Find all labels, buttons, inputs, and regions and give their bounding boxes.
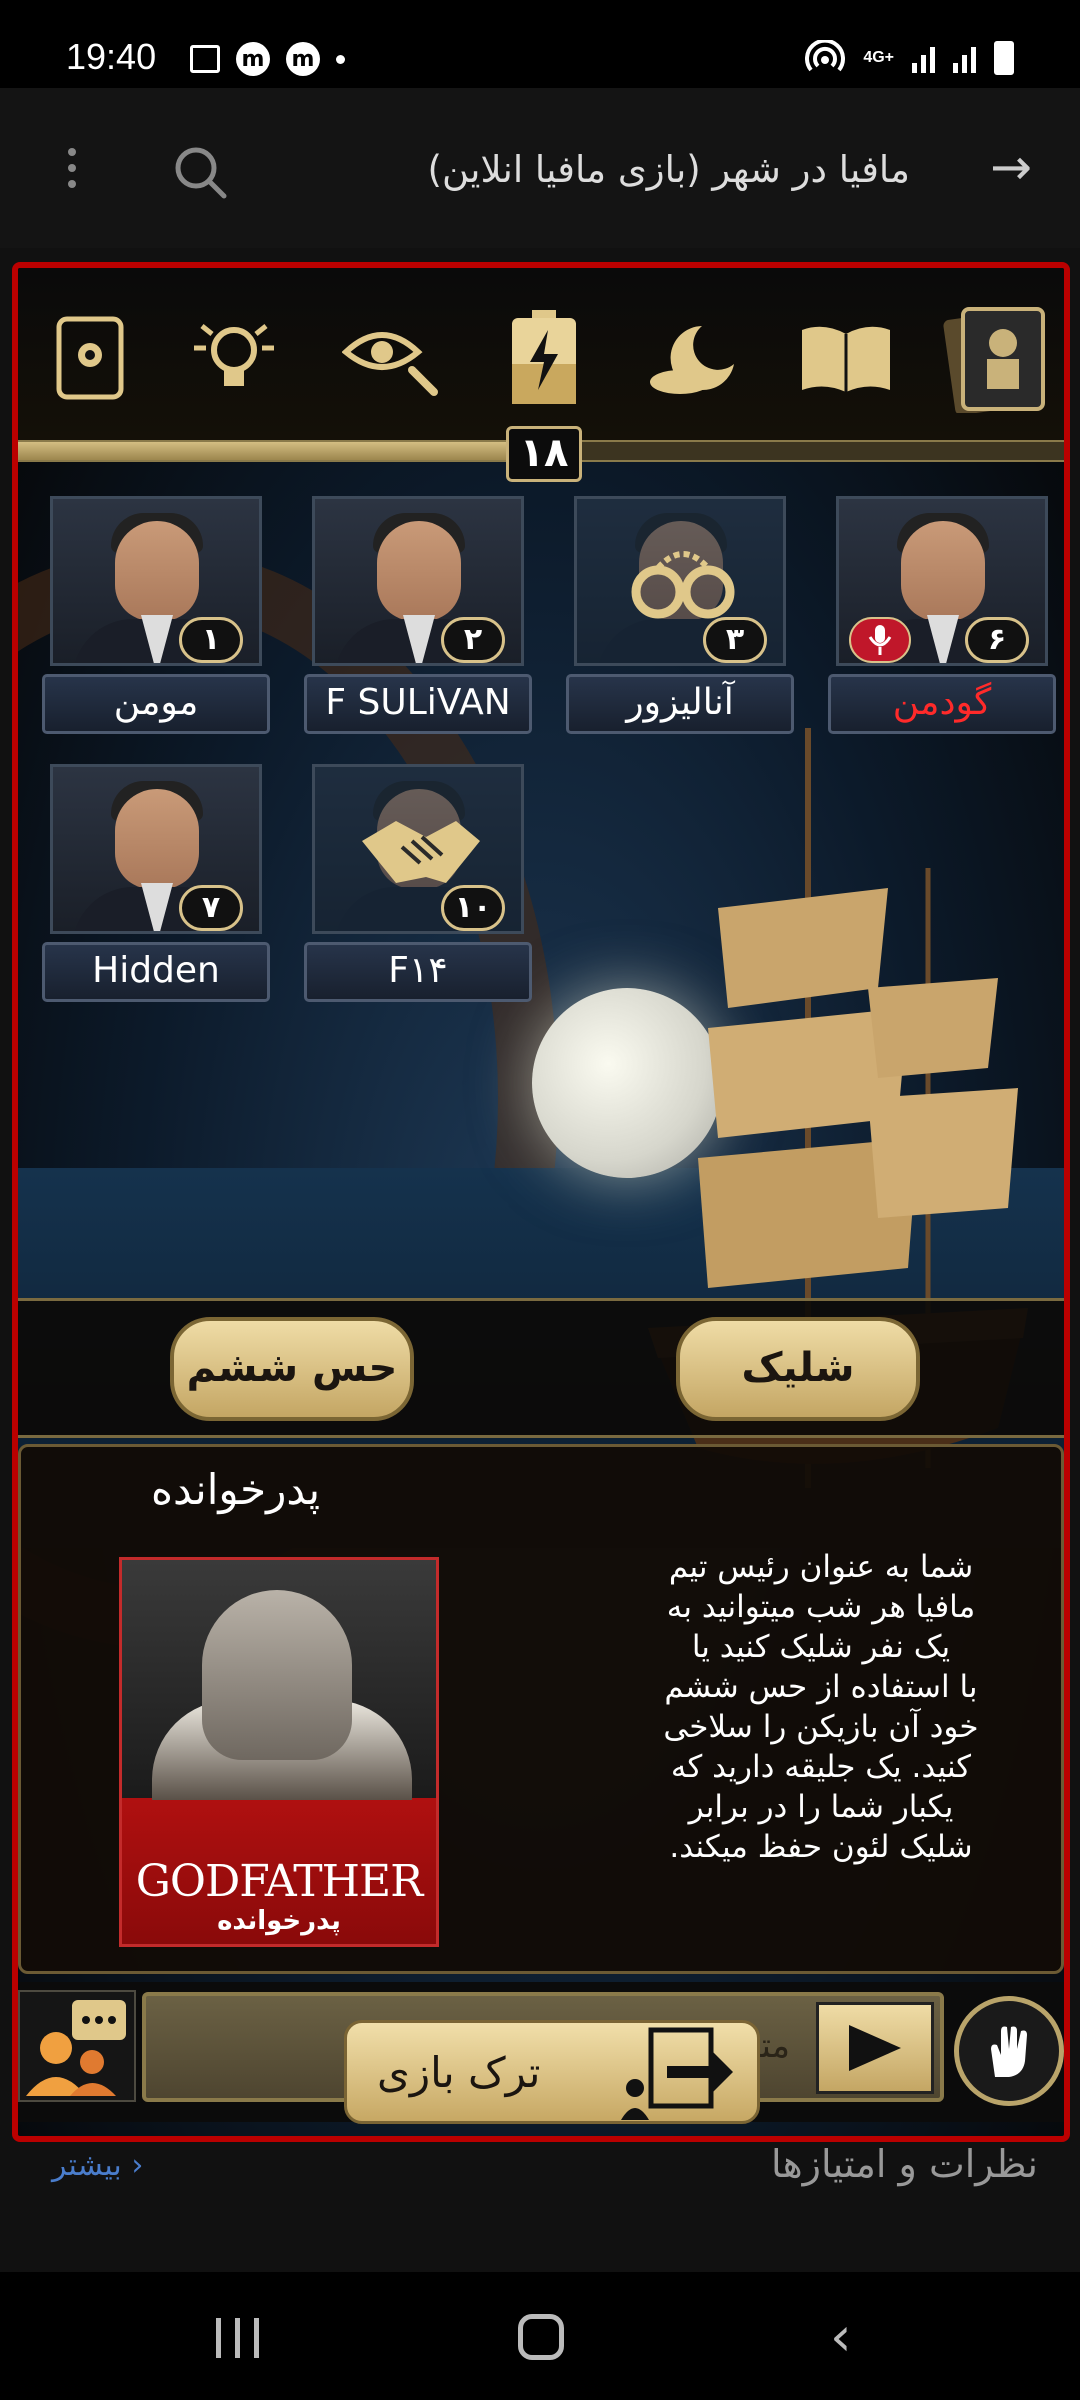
role-description-line: مافیا هر شب میتوانید به	[666, 1589, 976, 1625]
role-description-line: کنید. یک جلیقه دارید که	[670, 1749, 972, 1785]
player-name: گودمن	[828, 674, 1056, 734]
player-number: ۱	[179, 617, 243, 663]
moon-night-icon[interactable]	[642, 308, 742, 408]
navigation-bar: ‹	[0, 2272, 1080, 2400]
notification-icons: m m	[190, 42, 345, 76]
send-button[interactable]	[816, 2002, 934, 2094]
player-name: آنالیزور	[566, 674, 794, 734]
hand-icon	[991, 2026, 1027, 2077]
game-toolbar	[18, 268, 1064, 443]
system-icons: 4G+	[805, 40, 1014, 76]
signal-icon	[953, 43, 976, 73]
player-number: ۷	[179, 885, 243, 931]
role-description: شما به عنوان رئیس تیم مافیا هر شب میتوان…	[591, 1547, 1051, 1867]
app-bar: مافیا در شهر (بازی مافیا انلاین) →	[0, 88, 1080, 248]
role-description-line: خود آن بازیکن را سلاخی	[663, 1709, 979, 1745]
game-frame: ۱۸ ۱ مومن ۲ F SULiVAN ۳ آنالیزور ۶ گودمن…	[12, 262, 1070, 2142]
cards-icon[interactable]	[940, 307, 1050, 413]
recent-apps-icon[interactable]	[216, 2318, 259, 2358]
hotspot-icon	[805, 40, 846, 72]
gallery-icon	[190, 45, 220, 73]
player-card[interactable]: ۲ F SULiVAN	[304, 496, 534, 736]
battery-icon	[994, 41, 1014, 75]
status-time: 19:40	[66, 36, 157, 77]
player-avatar: ۶	[836, 496, 1048, 666]
m-app-icon: m	[286, 42, 320, 76]
player-card[interactable]: ۱ مومن	[42, 496, 272, 736]
leave-game-button[interactable]: ترک بازی	[344, 2020, 760, 2124]
home-icon[interactable]	[518, 2314, 564, 2360]
role-description-line: یک نفر شلیک کنید یا	[691, 1629, 951, 1665]
player-avatar: ۳	[574, 496, 786, 666]
player-name: F۱۴	[304, 942, 532, 1002]
player-card[interactable]: ۱۰ F۱۴	[304, 764, 534, 1004]
page-title: مافیا در شهر (بازی مافیا انلاین)	[427, 148, 910, 191]
turn-timer: ۱۸	[506, 426, 582, 482]
turn-progress-fill	[18, 442, 531, 460]
role-description-line: با استفاده از حس ششم	[664, 1669, 978, 1705]
player-avatar: ۱۰	[312, 764, 524, 934]
back-icon[interactable]: ‹	[830, 2310, 852, 2364]
raise-hand-button[interactable]	[954, 1996, 1064, 2106]
player-number: ۲	[441, 617, 505, 663]
network-type: 4G+	[863, 49, 894, 66]
role-card-image: GODFATHER پدرخوانده	[119, 1557, 439, 1947]
player-card[interactable]: ۳ آنالیزور	[566, 496, 796, 736]
player-name: Hidden	[42, 942, 270, 1002]
player-avatar: ۷	[50, 764, 262, 934]
search-icon[interactable]	[172, 144, 228, 200]
player-card[interactable]: ۶ گودمن	[828, 496, 1058, 736]
shoot-button[interactable]: شلیک	[676, 1317, 920, 1421]
sixth-sense-button[interactable]: حس ششم	[170, 1317, 414, 1421]
exit-door-icon	[621, 2027, 733, 2120]
role-title: پدرخوانده	[151, 1465, 321, 1514]
role-description-line: یکبار شما را در برابر	[688, 1789, 954, 1825]
more-link[interactable]: ‹ بیشتر	[52, 2148, 143, 2183]
eye-icon[interactable]	[340, 308, 440, 408]
arrow-right-icon[interactable]: →	[990, 142, 1032, 192]
role-panel: پدرخوانده GODFATHER پدرخوانده شما به عنو…	[18, 1444, 1064, 1974]
more-notifications-dot	[336, 54, 345, 64]
book-icon[interactable]	[796, 308, 896, 408]
idea-bulb-icon[interactable]	[184, 308, 284, 408]
role-card-english: GODFATHER	[135, 1856, 424, 1907]
more-vert-icon[interactable]	[68, 148, 78, 188]
player-avatar: ۲	[312, 496, 524, 666]
role-description-line: شلیک لئون حفظ میکند.	[669, 1829, 973, 1865]
battery-bolt-icon[interactable]	[494, 308, 594, 408]
role-description-line: شما به عنوان رئیس تیم	[668, 1549, 974, 1585]
more-link-label: بیشتر	[52, 2148, 122, 2183]
reviews-heading: نظرات و امتیازها	[771, 2142, 1038, 2186]
chat-people-icon[interactable]	[18, 1990, 136, 2102]
player-number: ۱۰	[441, 885, 505, 931]
player-avatar: ۱	[50, 496, 262, 666]
settings-tablet-icon[interactable]	[40, 308, 140, 408]
player-number: ۶	[965, 617, 1029, 663]
player-name: مومن	[42, 674, 270, 734]
mic-icon	[849, 617, 911, 663]
leave-game-label: ترک بازی	[377, 2047, 541, 2097]
send-icon	[849, 2025, 901, 2071]
player-number: ۳	[703, 617, 767, 663]
player-card[interactable]: ۷ Hidden	[42, 764, 272, 1004]
signal-icon	[912, 43, 935, 73]
m-app-icon: m	[236, 42, 270, 76]
player-name: F SULiVAN	[304, 674, 532, 734]
role-card-persian: پدرخوانده	[217, 1906, 341, 1936]
status-bar: 19:40 m m 4G+	[0, 0, 1080, 88]
action-bar: حس ششم شلیک	[18, 1298, 1064, 1438]
